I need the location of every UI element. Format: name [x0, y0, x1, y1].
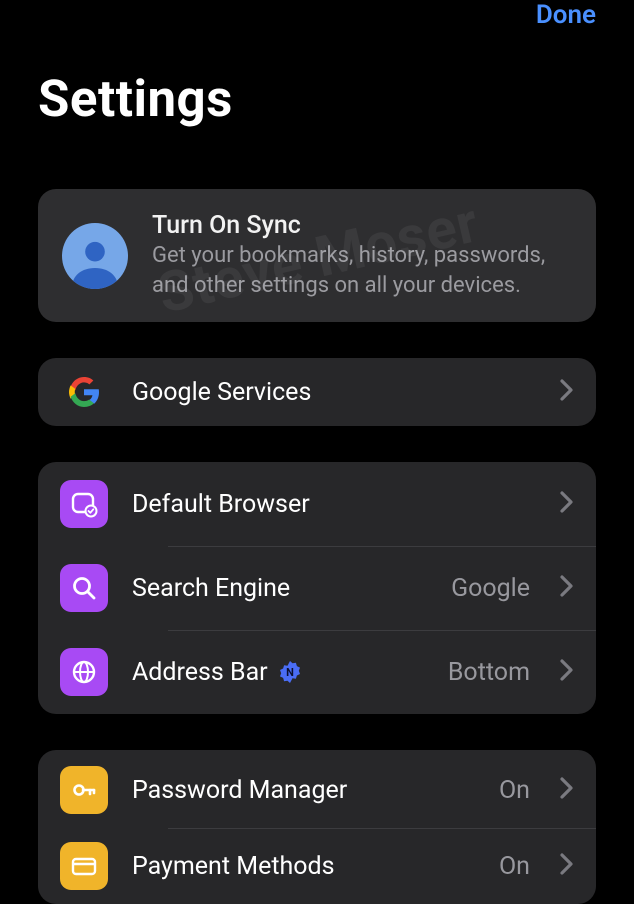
- chevron-right-icon: [560, 853, 574, 879]
- sync-description: Get your bookmarks, history, passwords, …: [152, 241, 572, 300]
- google-services-group: Google Services: [38, 358, 596, 426]
- password-manager-value: On: [499, 776, 530, 805]
- browser-group: Default Browser Search Engine Google Add…: [38, 462, 596, 714]
- credentials-group: Password Manager On Payment Methods On: [38, 750, 596, 904]
- chevron-right-icon: [560, 491, 574, 517]
- page-title: Settings: [0, 30, 634, 159]
- address-bar-label-text: Address Bar: [132, 658, 268, 687]
- new-badge-icon: N: [278, 660, 302, 684]
- default-browser-row[interactable]: Default Browser: [38, 462, 596, 546]
- done-button[interactable]: Done: [536, 0, 596, 30]
- search-engine-label: Search Engine: [132, 574, 427, 603]
- search-icon: [60, 564, 108, 612]
- chevron-right-icon: [560, 575, 574, 601]
- chevron-right-icon: [560, 659, 574, 685]
- credit-card-icon: [60, 842, 108, 890]
- browser-check-icon: [60, 480, 108, 528]
- avatar-icon: [62, 223, 128, 289]
- svg-text:N: N: [286, 666, 294, 679]
- search-engine-value: Google: [451, 574, 530, 603]
- address-bar-value: Bottom: [448, 658, 530, 687]
- sync-text: Turn On Sync Get your bookmarks, history…: [152, 211, 572, 300]
- password-manager-row[interactable]: Password Manager On: [38, 750, 596, 828]
- payment-methods-row[interactable]: Payment Methods On: [38, 828, 596, 900]
- chevron-right-icon: [560, 777, 574, 803]
- password-manager-label: Password Manager: [132, 776, 475, 805]
- turn-on-sync-row[interactable]: Turn On Sync Get your bookmarks, history…: [38, 189, 596, 322]
- google-services-row[interactable]: Google Services: [38, 358, 596, 426]
- payment-methods-label: Payment Methods: [132, 852, 475, 881]
- header: Done: [0, 0, 634, 30]
- chevron-right-icon: [560, 379, 574, 405]
- payment-methods-value: On: [499, 852, 530, 881]
- key-icon: [60, 766, 108, 814]
- settings-groups: Turn On Sync Get your bookmarks, history…: [0, 189, 634, 904]
- sync-title: Turn On Sync: [152, 211, 572, 240]
- address-bar-label: Address Bar N: [132, 658, 424, 687]
- address-bar-row[interactable]: Address Bar N Bottom: [38, 630, 596, 714]
- search-engine-row[interactable]: Search Engine Google: [38, 546, 596, 630]
- sync-group: Turn On Sync Get your bookmarks, history…: [38, 189, 596, 322]
- google-services-label: Google Services: [132, 378, 536, 407]
- google-logo-icon: [68, 376, 100, 408]
- globe-icon: [60, 648, 108, 696]
- default-browser-label: Default Browser: [132, 490, 536, 519]
